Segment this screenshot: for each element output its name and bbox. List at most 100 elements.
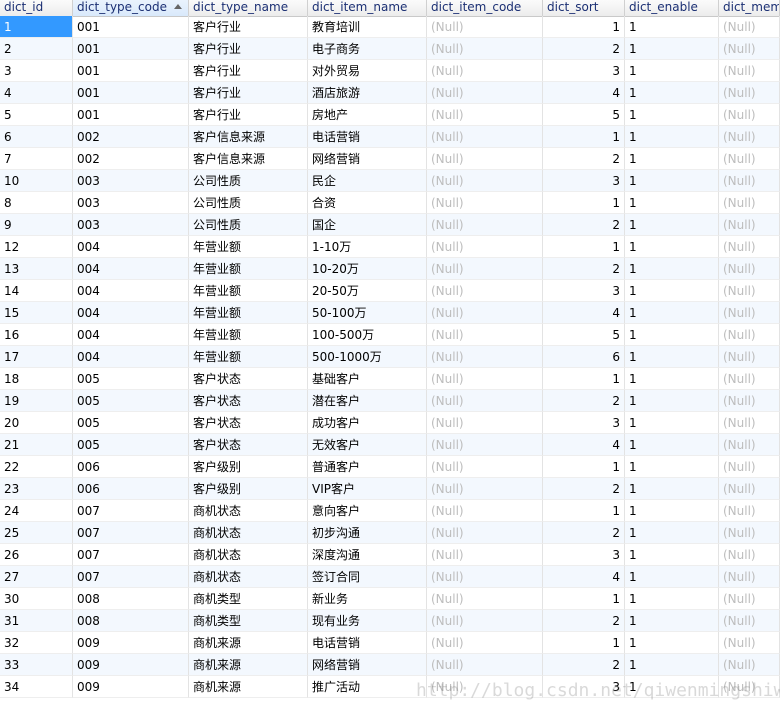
table-cell-dict-sort[interactable]: 1 bbox=[543, 126, 625, 148]
table-cell-dict-type-code[interactable]: 004 bbox=[73, 324, 189, 346]
table-cell-dict-sort[interactable]: 2 bbox=[543, 148, 625, 170]
table-cell-dict-memo[interactable]: (Null) bbox=[719, 456, 780, 478]
table-row[interactable]: 26 007 商机状态 深度沟通 (Null) 3 1 (Null) bbox=[0, 544, 780, 566]
table-cell-dict-type-name[interactable]: 客户行业 bbox=[189, 38, 308, 60]
table-cell-dict-memo[interactable]: (Null) bbox=[719, 588, 780, 610]
table-cell-dict-memo[interactable]: (Null) bbox=[719, 126, 780, 148]
table-cell-dict-item-name[interactable]: 电话营销 bbox=[308, 632, 427, 654]
table-cell-dict-enable[interactable]: 1 bbox=[625, 126, 719, 148]
table-cell-dict-item-name[interactable]: 合资 bbox=[308, 192, 427, 214]
column-header-dict-type-code[interactable]: dict_type_code bbox=[73, 0, 189, 16]
table-cell-dict-type-name[interactable]: 客户行业 bbox=[189, 104, 308, 126]
table-cell-dict-type-code[interactable]: 007 bbox=[73, 566, 189, 588]
table-cell-dict-item-code[interactable]: (Null) bbox=[427, 126, 543, 148]
table-cell-dict-type-code[interactable]: 002 bbox=[73, 148, 189, 170]
table-row[interactable]: 9 003 公司性质 国企 (Null) 2 1 (Null) bbox=[0, 214, 780, 236]
table-cell-dict-item-name[interactable]: 50-100万 bbox=[308, 302, 427, 324]
table-cell-dict-type-code[interactable]: 008 bbox=[73, 610, 189, 632]
table-row[interactable]: 25 007 商机状态 初步沟通 (Null) 2 1 (Null) bbox=[0, 522, 780, 544]
table-cell-dict-item-name[interactable]: 深度沟通 bbox=[308, 544, 427, 566]
table-cell-dict-sort[interactable]: 2 bbox=[543, 390, 625, 412]
table-cell-dict-id[interactable]: 17 bbox=[0, 346, 73, 368]
table-row[interactable]: 5 001 客户行业 房地产 (Null) 5 1 (Null) bbox=[0, 104, 780, 126]
table-cell-dict-id[interactable]: 15 bbox=[0, 302, 73, 324]
table-cell-dict-enable[interactable]: 1 bbox=[625, 258, 719, 280]
table-cell-dict-item-name[interactable]: 100-500万 bbox=[308, 324, 427, 346]
table-cell-dict-type-code[interactable]: 001 bbox=[73, 60, 189, 82]
data-grid[interactable]: dict_id dict_type_code dict_type_name dict_… bbox=[0, 0, 780, 712]
table-cell-dict-type-name[interactable]: 客户行业 bbox=[189, 16, 308, 38]
column-header-dict-id[interactable]: dict_id bbox=[0, 0, 73, 16]
table-cell-dict-memo[interactable]: (Null) bbox=[719, 544, 780, 566]
table-cell-dict-id[interactable]: 1 bbox=[0, 16, 73, 38]
column-header-dict-memo[interactable]: dict_memo bbox=[719, 0, 780, 16]
table-cell-dict-enable[interactable]: 1 bbox=[625, 236, 719, 258]
table-cell-dict-item-code[interactable]: (Null) bbox=[427, 434, 543, 456]
table-cell-dict-item-code[interactable]: (Null) bbox=[427, 280, 543, 302]
table-cell-dict-id[interactable]: 20 bbox=[0, 412, 73, 434]
table-cell-dict-item-name[interactable]: 房地产 bbox=[308, 104, 427, 126]
table-cell-dict-item-code[interactable]: (Null) bbox=[427, 38, 543, 60]
table-cell-dict-enable[interactable]: 1 bbox=[625, 434, 719, 456]
table-cell-dict-id[interactable]: 8 bbox=[0, 192, 73, 214]
table-cell-dict-item-name[interactable]: 普通客户 bbox=[308, 456, 427, 478]
table-row[interactable]: 12 004 年营业额 1-10万 (Null) 1 1 (Null) bbox=[0, 236, 780, 258]
table-cell-dict-type-name[interactable]: 年营业额 bbox=[189, 236, 308, 258]
table-row[interactable]: 22 006 客户级别 普通客户 (Null) 1 1 (Null) bbox=[0, 456, 780, 478]
table-row[interactable]: 1 001 客户行业 教育培训 (Null) 1 1 (Null) bbox=[0, 16, 780, 38]
table-cell-dict-enable[interactable]: 1 bbox=[625, 544, 719, 566]
table-cell-dict-id[interactable]: 26 bbox=[0, 544, 73, 566]
table-cell-dict-id[interactable]: 18 bbox=[0, 368, 73, 390]
table-cell-dict-enable[interactable]: 1 bbox=[625, 610, 719, 632]
table-cell-dict-type-name[interactable]: 客户行业 bbox=[189, 60, 308, 82]
table-cell-dict-memo[interactable]: (Null) bbox=[719, 654, 780, 676]
table-cell-dict-enable[interactable]: 1 bbox=[625, 500, 719, 522]
table-cell-dict-id[interactable]: 31 bbox=[0, 610, 73, 632]
table-cell-dict-item-code[interactable]: (Null) bbox=[427, 588, 543, 610]
table-cell-dict-type-name[interactable]: 年营业额 bbox=[189, 258, 308, 280]
table-cell-dict-item-code[interactable]: (Null) bbox=[427, 302, 543, 324]
table-cell-dict-sort[interactable]: 2 bbox=[543, 654, 625, 676]
table-cell-dict-type-name[interactable]: 商机来源 bbox=[189, 676, 308, 698]
table-cell-dict-sort[interactable]: 3 bbox=[543, 544, 625, 566]
table-cell-dict-enable[interactable]: 1 bbox=[625, 654, 719, 676]
table-cell-dict-enable[interactable]: 1 bbox=[625, 214, 719, 236]
table-cell-dict-id[interactable]: 30 bbox=[0, 588, 73, 610]
table-cell-dict-memo[interactable]: (Null) bbox=[719, 478, 780, 500]
table-row[interactable]: 8 003 公司性质 合资 (Null) 1 1 (Null) bbox=[0, 192, 780, 214]
table-row[interactable]: 20 005 客户状态 成功客户 (Null) 3 1 (Null) bbox=[0, 412, 780, 434]
table-row[interactable]: 19 005 客户状态 潜在客户 (Null) 2 1 (Null) bbox=[0, 390, 780, 412]
table-row[interactable]: 31 008 商机类型 现有业务 (Null) 2 1 (Null) bbox=[0, 610, 780, 632]
table-cell-dict-sort[interactable]: 2 bbox=[543, 258, 625, 280]
table-cell-dict-enable[interactable]: 1 bbox=[625, 82, 719, 104]
table-cell-dict-enable[interactable]: 1 bbox=[625, 148, 719, 170]
table-cell-dict-item-name[interactable]: 电话营销 bbox=[308, 126, 427, 148]
column-header-dict-enable[interactable]: dict_enable bbox=[625, 0, 719, 16]
table-cell-dict-item-code[interactable]: (Null) bbox=[427, 390, 543, 412]
table-cell-dict-type-name[interactable]: 客户状态 bbox=[189, 368, 308, 390]
table-cell-dict-enable[interactable]: 1 bbox=[625, 324, 719, 346]
table-cell-dict-memo[interactable]: (Null) bbox=[719, 434, 780, 456]
table-cell-dict-sort[interactable]: 4 bbox=[543, 82, 625, 104]
table-cell-dict-type-code[interactable]: 002 bbox=[73, 126, 189, 148]
column-header-dict-item-code[interactable]: dict_item_code bbox=[427, 0, 543, 16]
table-cell-dict-memo[interactable]: (Null) bbox=[719, 632, 780, 654]
table-cell-dict-memo[interactable]: (Null) bbox=[719, 500, 780, 522]
table-cell-dict-type-code[interactable]: 003 bbox=[73, 192, 189, 214]
table-cell-dict-enable[interactable]: 1 bbox=[625, 302, 719, 324]
table-cell-dict-type-code[interactable]: 006 bbox=[73, 456, 189, 478]
table-cell-dict-memo[interactable]: (Null) bbox=[719, 16, 780, 38]
table-cell-dict-sort[interactable]: 1 bbox=[543, 588, 625, 610]
table-cell-dict-enable[interactable]: 1 bbox=[625, 412, 719, 434]
table-cell-dict-item-name[interactable]: 10-20万 bbox=[308, 258, 427, 280]
table-cell-dict-type-code[interactable]: 005 bbox=[73, 412, 189, 434]
table-cell-dict-sort[interactable]: 2 bbox=[543, 478, 625, 500]
table-cell-dict-item-name[interactable]: 500-1000万 bbox=[308, 346, 427, 368]
table-cell-dict-id[interactable]: 6 bbox=[0, 126, 73, 148]
table-cell-dict-item-code[interactable]: (Null) bbox=[427, 610, 543, 632]
table-cell-dict-sort[interactable]: 1 bbox=[543, 500, 625, 522]
table-cell-dict-type-name[interactable]: 商机来源 bbox=[189, 632, 308, 654]
table-cell-dict-type-name[interactable]: 商机来源 bbox=[189, 654, 308, 676]
table-cell-dict-item-name[interactable]: 教育培训 bbox=[308, 16, 427, 38]
table-cell-dict-item-code[interactable]: (Null) bbox=[427, 170, 543, 192]
